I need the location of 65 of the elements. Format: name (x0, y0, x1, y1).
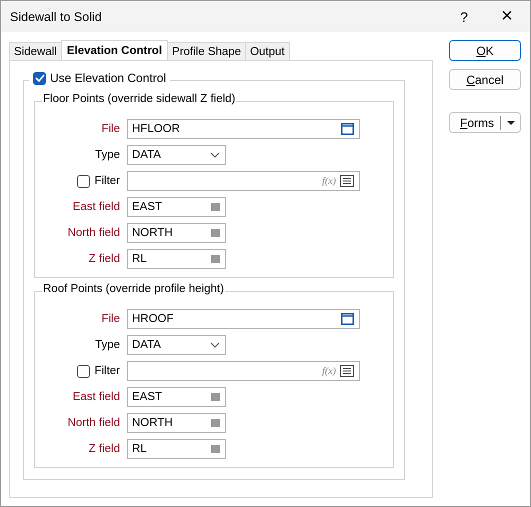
tab[interactable]: Profile Shape (167, 42, 246, 60)
caret-down-icon (507, 120, 515, 124)
window-icon (341, 123, 354, 135)
field-label: East field (72, 391, 120, 403)
field-value: HFLOOR (132, 123, 181, 135)
list-icon (340, 175, 354, 187)
dropdown-value: DATA (132, 339, 161, 351)
tab[interactable]: Output (245, 42, 290, 60)
close-button[interactable]: × (484, 5, 530, 28)
field-label: Type (95, 339, 120, 351)
check-icon (34, 74, 44, 82)
field-picker[interactable]: NORTH (127, 223, 226, 243)
field-value: RL (132, 253, 147, 265)
file-field[interactable]: HROOF (127, 309, 360, 329)
filter-field[interactable]: f(x) (127, 361, 360, 381)
function-icon: f(x) (322, 176, 336, 186)
field-value: HROOF (132, 313, 175, 325)
field-value: EAST (132, 201, 162, 213)
help-button[interactable]: ? (444, 8, 484, 24)
list-icon (211, 203, 220, 211)
window-icon (341, 313, 354, 325)
window-title: Sidewall to Solid (9, 10, 102, 24)
field-picker[interactable]: NORTH (127, 413, 226, 433)
field-picker[interactable]: EAST (127, 197, 226, 217)
field-picker[interactable]: RL (127, 439, 226, 459)
group-title: Floor Points (override sidewall Z field) (42, 93, 236, 105)
list-icon (211, 419, 220, 427)
function-icon: f(x) (322, 366, 336, 376)
field-label: Z field (88, 253, 120, 265)
list-icon (340, 365, 354, 377)
tab[interactable]: Sidewall (9, 42, 62, 60)
dropdown-value: DATA (132, 149, 161, 161)
forms-button[interactable]: Forms (449, 112, 521, 133)
field-label: Type (95, 149, 120, 161)
file-field[interactable]: HFLOOR (127, 119, 360, 139)
ok-button[interactable]: OK (449, 40, 521, 61)
list-icon (211, 445, 220, 453)
field-label: North field (68, 227, 120, 239)
checkbox[interactable] (33, 72, 46, 84)
field-value: RL (132, 443, 147, 455)
list-icon (211, 255, 220, 263)
type-dropdown[interactable]: DATA (127, 335, 226, 355)
checkbox-label: Filter (94, 365, 120, 377)
checkbox[interactable] (77, 174, 90, 188)
field-label: East field (72, 201, 120, 213)
field-label: North field (68, 417, 120, 429)
field-picker[interactable]: RL (127, 249, 226, 269)
field-value: EAST (132, 391, 162, 403)
cancel-button[interactable]: Cancel (449, 69, 521, 90)
field-label: File (101, 313, 120, 325)
list-icon (211, 229, 220, 237)
checkbox-label: Filter (94, 175, 120, 187)
list-icon (211, 393, 220, 401)
field-value: NORTH (132, 417, 173, 429)
group-title: Roof Points (override profile height) (42, 283, 225, 295)
type-dropdown[interactable]: DATA (127, 145, 226, 165)
field-label: Z field (88, 443, 120, 455)
checkbox[interactable] (77, 364, 90, 378)
field-picker[interactable]: EAST (127, 387, 226, 407)
field-label: File (101, 123, 120, 135)
chevron-down-icon (210, 342, 220, 348)
chevron-down-icon (210, 152, 220, 158)
field-value: NORTH (132, 227, 173, 239)
filter-field[interactable]: f(x) (127, 171, 360, 191)
checkbox-label: Use Elevation Control (50, 71, 166, 85)
